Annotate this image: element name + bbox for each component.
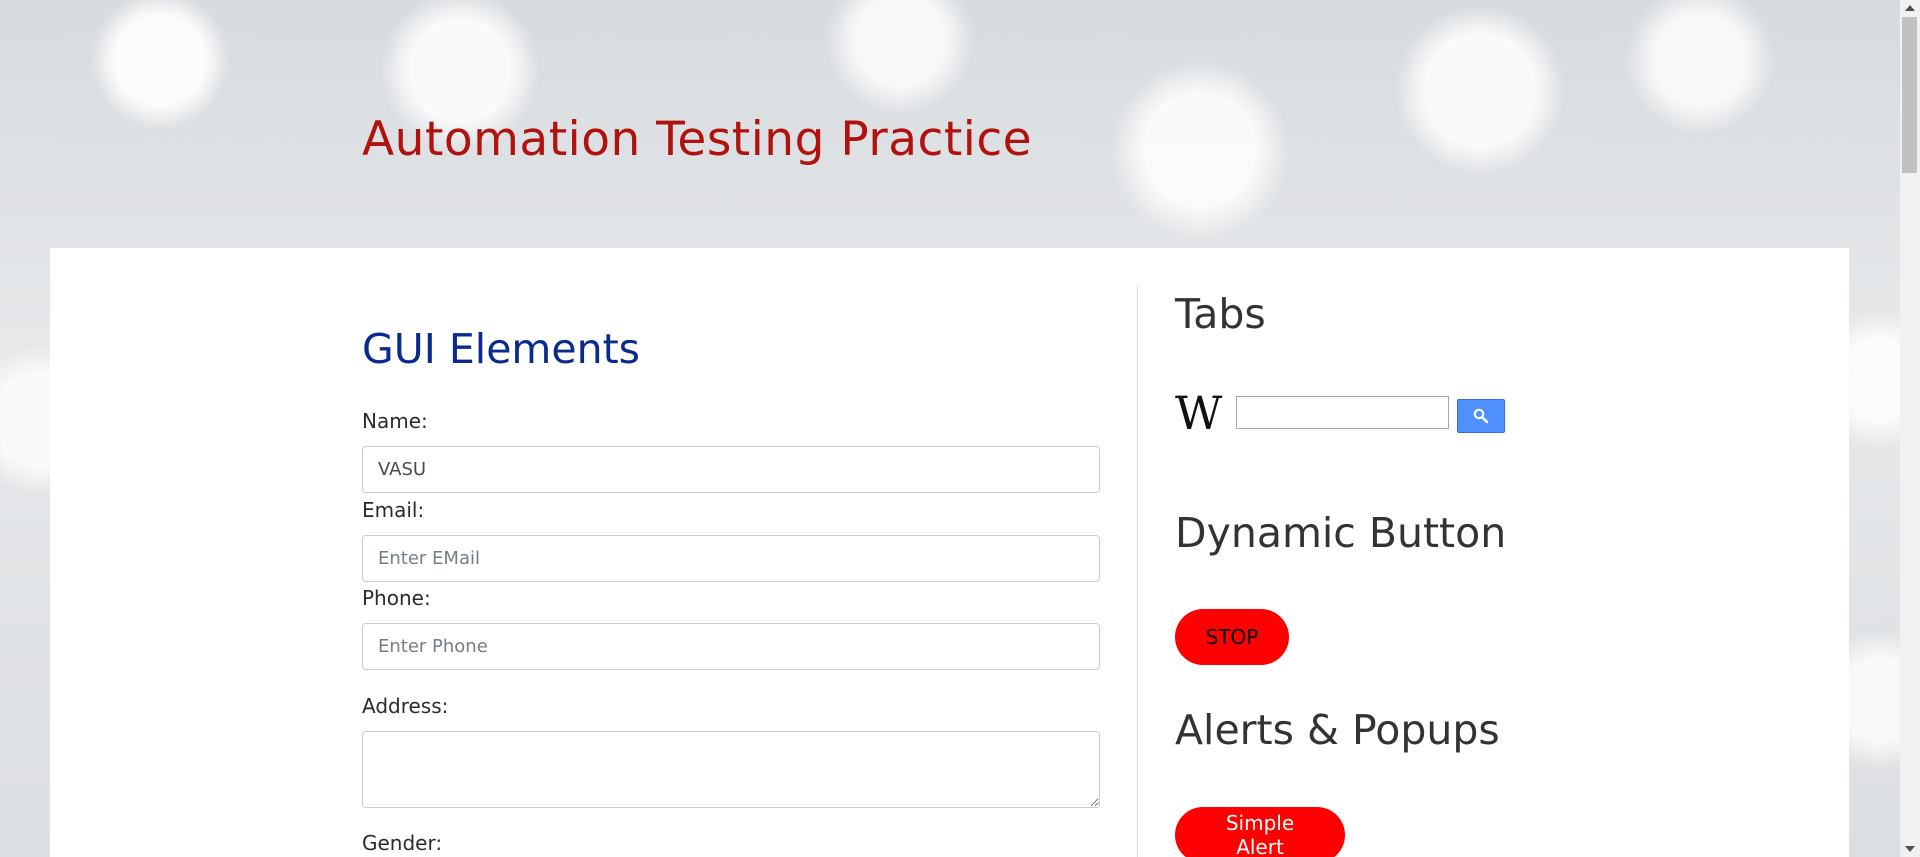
name-input[interactable] bbox=[362, 446, 1100, 493]
stop-button[interactable]: STOP bbox=[1175, 609, 1289, 665]
simple-alert-button[interactable]: Simple Alert bbox=[1175, 807, 1345, 857]
phone-label: Phone: bbox=[362, 586, 431, 610]
wikipedia-logo-icon: W bbox=[1175, 386, 1222, 440]
address-textarea[interactable] bbox=[362, 731, 1100, 808]
tabs-title: Tabs bbox=[1175, 290, 1266, 338]
wikipedia-search-button[interactable] bbox=[1457, 399, 1505, 433]
address-label: Address: bbox=[362, 694, 449, 718]
column-divider bbox=[1137, 286, 1138, 857]
gender-label: Gender: bbox=[362, 831, 443, 855]
site-title: Automation Testing Practice bbox=[362, 112, 1033, 167]
gui-elements-title: GUI Elements bbox=[362, 325, 641, 373]
scroll-up-icon[interactable] bbox=[1905, 5, 1915, 11]
dynamic-button-title: Dynamic Button bbox=[1175, 509, 1507, 557]
phone-input[interactable] bbox=[362, 623, 1100, 670]
alerts-popups-title: Alerts & Popups bbox=[1175, 706, 1500, 754]
email-input[interactable] bbox=[362, 535, 1100, 582]
search-icon bbox=[1473, 408, 1489, 424]
page-header: Automation Testing Practice bbox=[0, 0, 1900, 247]
wikipedia-search-input[interactable] bbox=[1236, 396, 1449, 429]
scrollbar-thumb[interactable] bbox=[1902, 17, 1917, 173]
scroll-down-icon[interactable] bbox=[1905, 846, 1915, 852]
email-label: Email: bbox=[362, 498, 425, 522]
name-label: Name: bbox=[362, 409, 428, 433]
